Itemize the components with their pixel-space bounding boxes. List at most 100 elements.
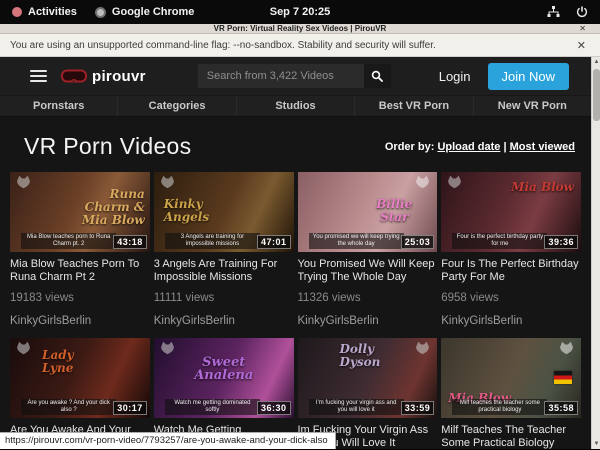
site-logo[interactable]: pirouvr	[61, 68, 146, 85]
studio-logo-icon	[446, 175, 463, 189]
order-by: Order by: Upload date | Most viewed	[385, 141, 575, 153]
video-thumbnail[interactable]: Mia Blow Milf teaches the teacher some p…	[441, 338, 581, 418]
activities-button[interactable]: Activities	[12, 6, 77, 18]
duration-badge: 25:03	[401, 235, 435, 249]
site-logo-text: pirouvr	[92, 68, 146, 85]
video-studio-link[interactable]: KinkyGirlsBerlin	[441, 315, 581, 327]
thumb-overlay-title: Billie Star	[363, 198, 425, 224]
video-title[interactable]: 3 Angels Are Training For Impossible Mis…	[154, 258, 294, 284]
site-content: pirouvr Login Join Now Pornstars	[0, 57, 591, 449]
thumb-caption: Watch me getting dominated softly	[165, 399, 260, 415]
video-thumbnail[interactable]: Dolly Dyson I'm fucking your virgin ass …	[298, 338, 438, 418]
video-card: Mia Blow Four is the perfect birthday pa…	[441, 172, 581, 327]
search-input[interactable]	[198, 64, 364, 88]
search-icon	[371, 70, 383, 82]
thumb-overlay-title: Mia Blow	[508, 181, 574, 194]
nav-item-pornstars[interactable]: Pornstars	[0, 96, 117, 116]
video-studio-link[interactable]: KinkyGirlsBerlin	[154, 315, 294, 327]
thumb-caption: Milf teaches the teacher some practical …	[452, 399, 547, 415]
scrollbar-thumb[interactable]	[593, 69, 600, 121]
video-card: Mia Blow Milf teaches the teacher some p…	[441, 338, 581, 449]
video-title[interactable]: You Promised We Will Keep Trying The Who…	[298, 258, 438, 284]
video-card: Runa Charm & Mia Blow Mia Blow teaches p…	[10, 172, 150, 327]
network-tree-icon[interactable]	[547, 6, 560, 18]
video-views: 11326 views	[298, 292, 438, 304]
order-upload-date-link[interactable]: Upload date	[437, 141, 500, 153]
video-grid: Runa Charm & Mia Blow Mia Blow teaches p…	[0, 172, 591, 449]
search-bar	[198, 64, 391, 88]
video-studio-link[interactable]: KinkyGirlsBerlin	[10, 315, 150, 327]
video-views: 11111 views	[154, 292, 294, 304]
vr-goggles-icon	[61, 68, 87, 84]
thumb-overlay-title: Runa Charm & Mia Blow	[73, 188, 145, 227]
studio-logo-icon	[558, 341, 575, 355]
page-title: VR Porn Videos	[24, 133, 191, 160]
join-now-button[interactable]: Join Now	[488, 63, 569, 90]
video-title[interactable]: Milf Teaches The Teacher Some Practical …	[441, 424, 581, 449]
video-title[interactable]: Mia Blow Teaches Porn To Runa Charm Pt 2	[10, 258, 150, 284]
chrome-taskbar-item[interactable]: Google Chrome	[95, 6, 195, 18]
studio-logo-icon	[159, 175, 176, 189]
video-studio-link[interactable]: KinkyGirlsBerlin	[298, 315, 438, 327]
duration-badge: 33:59	[401, 401, 435, 415]
thumb-caption: 3 Angels are training for impossible mis…	[165, 233, 260, 249]
search-button[interactable]	[364, 64, 391, 88]
scrollbar[interactable]: ▲ ▼	[591, 57, 600, 449]
thumb-caption: Four is the perfect birthday party for m…	[452, 233, 547, 249]
duration-badge: 43:18	[113, 235, 147, 249]
page-head: VR Porn Videos Order by: Upload date | M…	[0, 117, 591, 172]
warning-close-icon[interactable]: ✕	[577, 39, 586, 52]
activities-icon	[12, 7, 22, 17]
video-thumbnail[interactable]: Kinky Angels 3 Angels are training for i…	[154, 172, 294, 252]
sandbox-warning-bar: You are using an unsupported command-lin…	[0, 34, 600, 57]
scrollbar-up-icon[interactable]: ▲	[592, 57, 600, 67]
video-thumbnail[interactable]: Mia Blow Four is the perfect birthday pa…	[441, 172, 581, 252]
order-separator: |	[503, 141, 506, 153]
studio-logo-icon	[414, 175, 431, 189]
site-header: pirouvr Login Join Now	[0, 57, 591, 95]
activities-label: Activities	[28, 6, 77, 18]
duration-badge: 36:30	[257, 401, 291, 415]
duration-badge: 35:58	[544, 401, 578, 415]
studio-logo-icon	[414, 341, 431, 355]
video-thumbnail[interactable]: Runa Charm & Mia Blow Mia Blow teaches p…	[10, 172, 150, 252]
thumb-overlay-title: Kinky Angels	[164, 198, 230, 224]
video-thumbnail[interactable]: Billie Star You promised we will keep tr…	[298, 172, 438, 252]
duration-badge: 30:17	[113, 401, 147, 415]
thumb-caption: Are you awake ? And your dick also ?	[21, 399, 116, 415]
german-flag-icon	[554, 371, 572, 384]
nav-item-categories[interactable]: Categories	[117, 96, 235, 116]
video-thumbnail[interactable]: Sweet Analena Watch me getting dominated…	[154, 338, 294, 418]
power-icon[interactable]	[576, 6, 588, 18]
link-status-bar: https://pirouvr.com/vr-porn-video/779325…	[0, 432, 336, 449]
nav-item-studios[interactable]: Studios	[236, 96, 354, 116]
video-thumbnail[interactable]: Lady Lyne Are you awake ? And your dick …	[10, 338, 150, 418]
thumb-caption: Mia Blow teaches porn to Runa Charm pt. …	[21, 233, 116, 249]
studio-logo-icon	[15, 175, 32, 189]
duration-badge: 39:36	[544, 235, 578, 249]
browser-tab-bar: VR Porn: Virtual Reality Sex Videos | Pi…	[0, 24, 600, 34]
screen: Activities Google Chrome Sep 7 20:25 VR …	[0, 0, 600, 450]
video-title[interactable]: Four Is The Perfect Birthday Party For M…	[441, 258, 581, 284]
studio-logo-icon	[15, 341, 32, 355]
video-card: Billie Star You promised we will keep tr…	[298, 172, 438, 327]
duration-badge: 47:01	[257, 235, 291, 249]
os-taskbar: Activities Google Chrome Sep 7 20:25	[0, 0, 600, 24]
thumb-caption: You promised we will keep trying the who…	[309, 233, 404, 249]
video-views: 19183 views	[10, 292, 150, 304]
scrollbar-down-icon[interactable]: ▼	[592, 439, 600, 449]
chrome-icon	[95, 7, 106, 18]
thumb-overlay-title: Lady Lyne	[42, 349, 100, 375]
video-views: 6958 views	[441, 292, 581, 304]
warning-text: You are using an unsupported command-lin…	[10, 40, 436, 51]
nav-item-new-vr-porn[interactable]: New VR Porn	[473, 96, 591, 116]
menu-hamburger-icon[interactable]	[30, 70, 47, 82]
video-card: Kinky Angels 3 Angels are training for i…	[154, 172, 294, 327]
nav-item-best-vr-porn[interactable]: Best VR Porn	[354, 96, 472, 116]
order-most-viewed-link[interactable]: Most viewed	[510, 141, 575, 153]
login-link[interactable]: Login	[439, 69, 471, 84]
tab-close-icon[interactable]: ✕	[579, 24, 586, 34]
thumb-overlay-title: Mia Blow	[448, 392, 518, 405]
browser-tab-title[interactable]: VR Porn: Virtual Reality Sex Videos | Pi…	[0, 24, 600, 34]
clock[interactable]: Sep 7 20:25	[270, 6, 331, 18]
